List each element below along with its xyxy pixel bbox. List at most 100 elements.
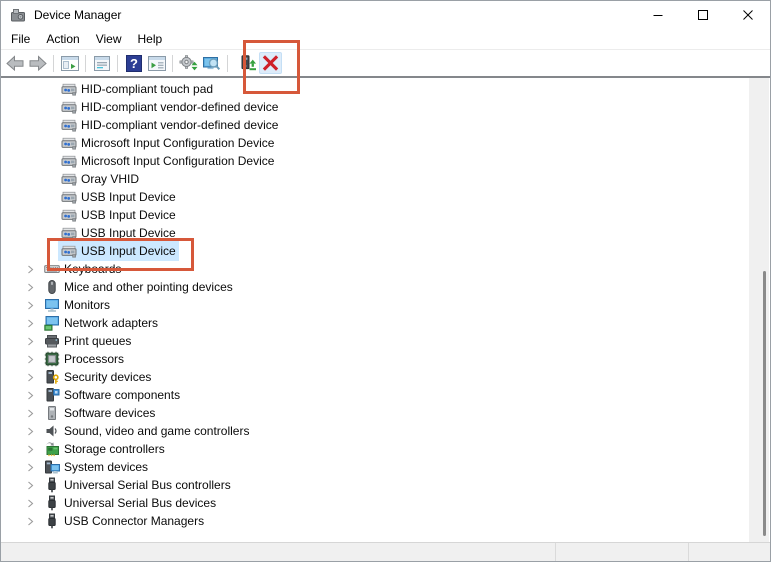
tree-item[interactable]: Network adapters <box>1 314 750 332</box>
update-driver-button[interactable] <box>236 52 259 74</box>
tree-item-content[interactable]: Storage controllers <box>41 439 168 459</box>
properties-button[interactable] <box>90 52 113 74</box>
tree-item[interactable]: USB Input Device <box>1 241 750 261</box>
tree-item[interactable]: Universal Serial Bus controllers <box>1 476 750 494</box>
tree-item-content[interactable]: Software components <box>41 385 183 405</box>
hid-device-icon <box>61 99 77 115</box>
tree-item-content[interactable]: HID-compliant touch pad <box>58 79 216 99</box>
tree-item-content[interactable]: USB Input Device <box>58 205 179 225</box>
scan-hardware-button[interactable] <box>177 52 200 74</box>
usb-icon <box>44 495 60 511</box>
tree-item[interactable]: Keyboards <box>1 260 750 278</box>
tree-item[interactable]: HID-compliant vendor-defined device <box>1 98 750 116</box>
tree-item[interactable]: Microsoft Input Configuration Device <box>1 152 750 170</box>
toolbar-separator <box>172 54 173 72</box>
tree-item-content[interactable]: Mice and other pointing devices <box>41 277 236 297</box>
tree-item-label: Print queues <box>64 334 132 348</box>
tree-item[interactable]: Monitors <box>1 296 750 314</box>
tree-item-content[interactable]: Universal Serial Bus devices <box>41 493 219 513</box>
tree-item-content[interactable]: HID-compliant vendor-defined device <box>58 115 281 135</box>
tree-item-content[interactable]: Keyboards <box>41 259 124 279</box>
tree-item[interactable]: USB Input Device <box>1 206 750 224</box>
tree-item[interactable]: Software components <box>1 386 750 404</box>
uninstall-device-button[interactable] <box>259 52 282 74</box>
tree-item[interactable]: USB Connector Managers <box>1 512 750 530</box>
tree-item[interactable]: USB Input Device <box>1 224 750 242</box>
tree-item-content[interactable]: Oray VHID <box>58 169 142 189</box>
tree-item[interactable]: USB Input Device <box>1 188 750 206</box>
hid-device-icon <box>61 189 77 205</box>
chevron-right-icon[interactable] <box>19 404 41 422</box>
menu-view[interactable]: View <box>88 30 130 48</box>
chevron-right-icon[interactable] <box>19 494 41 512</box>
tree-item[interactable]: System devices <box>1 458 750 476</box>
scrollbar-thumb[interactable] <box>763 271 766 536</box>
tree-item[interactable]: Microsoft Input Configuration Device <box>1 134 750 152</box>
menu-file[interactable]: File <box>3 30 38 48</box>
tree-item-content[interactable]: USB Input Device <box>58 241 179 261</box>
titlebar: Device Manager <box>1 1 770 29</box>
chevron-right-icon[interactable] <box>19 476 41 494</box>
chevron-right-icon[interactable] <box>19 458 41 476</box>
chevron-right-icon[interactable] <box>19 350 41 368</box>
tree-item-content[interactable]: USB Input Device <box>58 223 179 243</box>
minimize-button[interactable] <box>635 1 680 29</box>
tree-item-content[interactable]: HID-compliant vendor-defined device <box>58 97 281 117</box>
console-tree-button[interactable] <box>58 52 81 74</box>
tree-item[interactable]: Universal Serial Bus devices <box>1 494 750 512</box>
chevron-right-icon[interactable] <box>19 422 41 440</box>
tree-item-content[interactable]: USB Input Device <box>58 187 179 207</box>
tree-item[interactable]: Processors <box>1 350 750 368</box>
tree-item-content[interactable]: Security devices <box>41 367 154 387</box>
back-arrow-button[interactable] <box>3 52 26 74</box>
tree-item[interactable]: HID-compliant touch pad <box>1 80 750 98</box>
menu-help[interactable]: Help <box>130 30 171 48</box>
monitor-icon <box>44 297 60 313</box>
hid-device-icon <box>61 135 77 151</box>
tree-item[interactable]: Software devices <box>1 404 750 422</box>
chevron-right-icon[interactable] <box>19 440 41 458</box>
tree-item[interactable]: Oray VHID <box>1 170 750 188</box>
tree-item-content[interactable]: Universal Serial Bus controllers <box>41 475 234 495</box>
tree-item-label: Software devices <box>64 406 156 420</box>
tree-item-label: Oray VHID <box>81 172 140 186</box>
chevron-right-icon[interactable] <box>19 260 41 278</box>
chevron-right-icon[interactable] <box>19 512 41 530</box>
action-pane-button[interactable] <box>145 52 168 74</box>
tree-item[interactable]: Storage controllers <box>1 440 750 458</box>
tree-item-content[interactable]: Software devices <box>41 403 158 423</box>
tree-item[interactable]: Sound, video and game controllers <box>1 422 750 440</box>
hid-device-icon <box>61 225 77 241</box>
chevron-right-icon[interactable] <box>19 368 41 386</box>
hid-device-icon <box>61 207 77 223</box>
menu-action[interactable]: Action <box>38 30 87 48</box>
chevron-right-icon[interactable] <box>19 278 41 296</box>
chevron-right-icon[interactable] <box>19 296 41 314</box>
tree-item-content[interactable]: Microsoft Input Configuration Device <box>58 133 277 153</box>
forward-arrow-button[interactable] <box>26 52 49 74</box>
tree-item-content[interactable]: System devices <box>41 457 151 477</box>
tree-item-content[interactable]: Sound, video and game controllers <box>41 421 252 441</box>
tree-item-content[interactable]: Processors <box>41 349 127 369</box>
tree-item[interactable]: Security devices <box>1 368 750 386</box>
maximize-button[interactable] <box>680 1 725 29</box>
tree-item-content[interactable]: Network adapters <box>41 313 161 333</box>
properties-icon <box>92 55 112 72</box>
tree-item[interactable]: Mice and other pointing devices <box>1 278 750 296</box>
toolbar-separator <box>117 54 118 72</box>
tree-item-label: System devices <box>64 460 149 474</box>
chevron-right-icon[interactable] <box>19 314 41 332</box>
vertical-scrollbar[interactable] <box>749 78 769 542</box>
tree-item-content[interactable]: Microsoft Input Configuration Device <box>58 151 277 171</box>
chevron-right-icon[interactable] <box>19 386 41 404</box>
tree-item[interactable]: HID-compliant vendor-defined device <box>1 116 750 134</box>
help-button[interactable]: ? <box>122 52 145 74</box>
action-pane-icon <box>147 55 167 72</box>
tree-item-content[interactable]: Monitors <box>41 295 113 315</box>
close-button[interactable] <box>725 1 770 29</box>
tree-item-content[interactable]: USB Connector Managers <box>41 511 207 531</box>
remote-support-button[interactable] <box>200 52 223 74</box>
tree-item[interactable]: Print queues <box>1 332 750 350</box>
tree-item-content[interactable]: Print queues <box>41 331 134 351</box>
chevron-right-icon[interactable] <box>19 332 41 350</box>
